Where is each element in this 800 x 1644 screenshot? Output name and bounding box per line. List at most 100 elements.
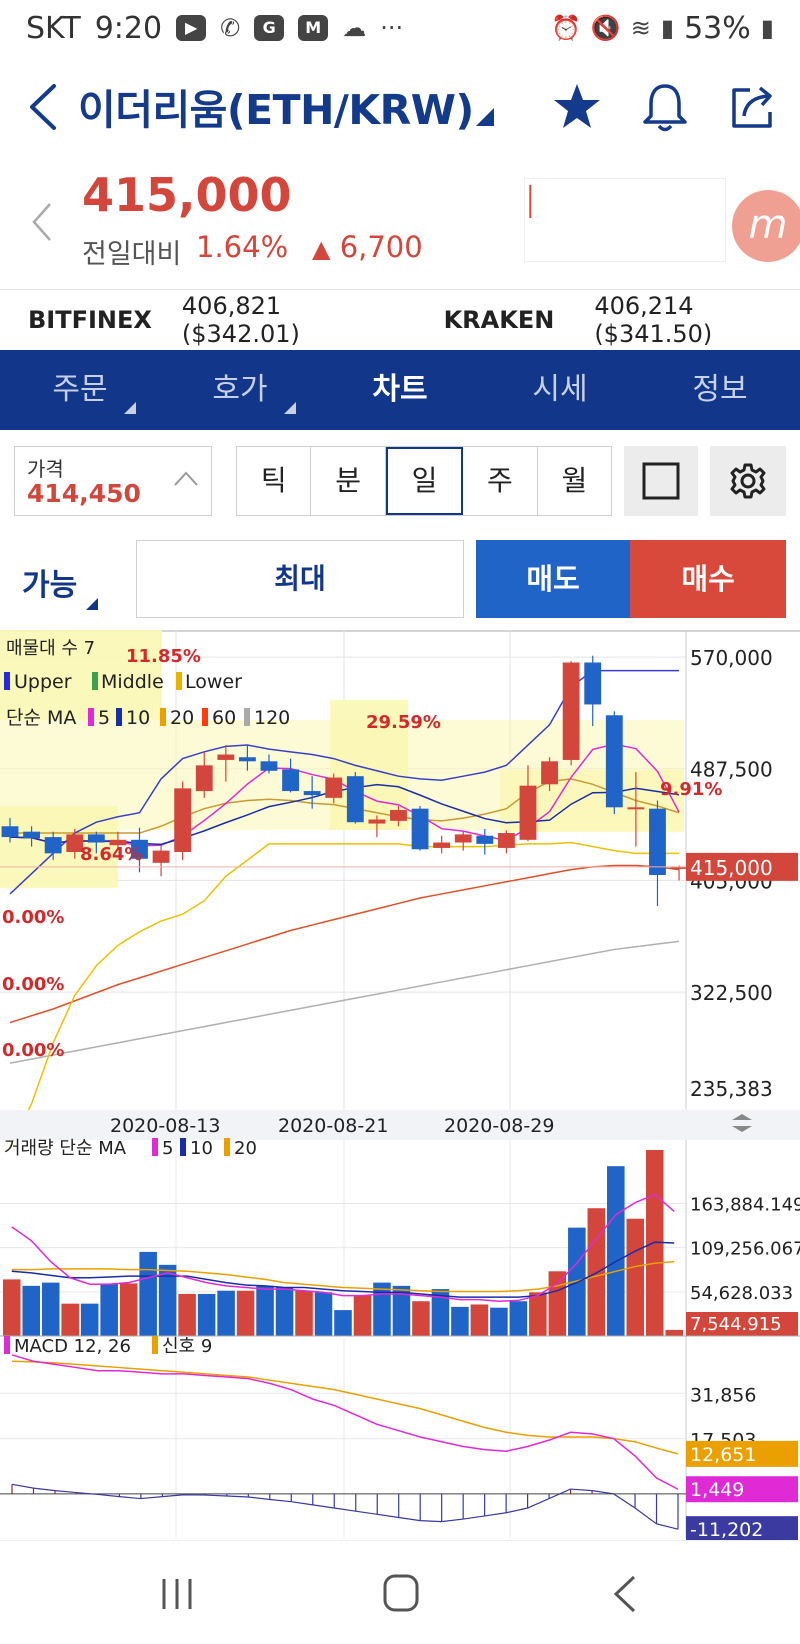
volume-bar bbox=[22, 1285, 40, 1336]
candle-body bbox=[497, 833, 515, 848]
period-day[interactable]: 일 bbox=[385, 447, 464, 515]
volume-bar bbox=[373, 1282, 391, 1336]
candle-body bbox=[390, 810, 407, 821]
volume-bar bbox=[256, 1285, 274, 1336]
volume-profile-percent: 11.85% bbox=[126, 646, 201, 667]
vol-ma10-label: 10 bbox=[190, 1138, 213, 1159]
tab-order[interactable]: 주문 bbox=[0, 350, 160, 430]
battery-percent: 53% bbox=[684, 10, 751, 46]
home-icon[interactable] bbox=[382, 1573, 420, 1613]
candle-body bbox=[476, 835, 494, 844]
candle-body bbox=[282, 769, 299, 792]
m-logo[interactable]: m bbox=[732, 190, 800, 262]
order-controls: 가능 최대 매도 매수 bbox=[0, 540, 800, 618]
change-value: ▲ 6,700 bbox=[312, 230, 423, 264]
volume-profile-label: 매물대 수 7 bbox=[6, 638, 95, 659]
candle-body bbox=[454, 834, 472, 843]
up-triangle-icon: ▲ bbox=[312, 235, 331, 263]
candle-body bbox=[562, 662, 580, 760]
candle-body bbox=[217, 754, 235, 760]
bell-icon[interactable] bbox=[640, 80, 690, 134]
volume-bar bbox=[41, 1282, 60, 1336]
volume-bar bbox=[334, 1310, 352, 1336]
dropdown-caret-icon[interactable] bbox=[476, 108, 494, 126]
chart-area[interactable]: 11.85% 29.59% 9.91% 8.64% 0.00% 0.00% 0.00% 57… bbox=[0, 630, 800, 1540]
price-selector-label: 가격 bbox=[27, 457, 64, 481]
max-button[interactable]: 최대 bbox=[136, 540, 464, 618]
recents-icon[interactable] bbox=[160, 1575, 194, 1613]
ma10-swatch bbox=[116, 708, 122, 726]
volume-bar bbox=[353, 1295, 372, 1336]
available-toggle[interactable]: 가능 bbox=[22, 560, 77, 604]
macd-value-tag-text: -11,202 bbox=[690, 1519, 763, 1540]
page-title[interactable]: 이더리움(ETH/KRW) bbox=[78, 76, 474, 136]
period-month[interactable]: 월 bbox=[538, 447, 611, 515]
change-amount: 6,700 bbox=[339, 230, 423, 264]
volume-bar bbox=[529, 1292, 547, 1336]
vol-ma20-swatch bbox=[224, 1138, 230, 1156]
dropdown-caret-icon bbox=[86, 598, 98, 610]
volume-axis-label: 54,628.033 bbox=[690, 1283, 793, 1304]
carrier: SKT bbox=[26, 10, 81, 46]
period-minute[interactable]: 분 bbox=[311, 447, 386, 515]
legend-lower: Lower bbox=[185, 671, 242, 693]
price-selector[interactable]: 가격 414,450 bbox=[14, 446, 212, 516]
tab-label: 주문 bbox=[52, 372, 108, 407]
vol-ma5-swatch bbox=[152, 1138, 158, 1156]
lower-swatch bbox=[176, 672, 182, 690]
vol-ma20-label: 20 bbox=[234, 1138, 257, 1159]
vol-ma5-label: 5 bbox=[162, 1138, 173, 1159]
exchange-name: BITFINEX bbox=[28, 306, 152, 334]
ma20-swatch bbox=[160, 708, 166, 726]
chevron-up-icon[interactable] bbox=[173, 469, 199, 487]
star-icon[interactable] bbox=[552, 82, 602, 132]
tab-label: 정보 bbox=[692, 372, 748, 407]
ma60-swatch bbox=[202, 708, 208, 726]
nav-back-icon[interactable] bbox=[612, 1573, 638, 1615]
macd-axis-label: 31,856 bbox=[690, 1384, 756, 1406]
period-week[interactable]: 주 bbox=[463, 447, 538, 515]
volume-bar bbox=[626, 1218, 645, 1336]
tab-orderbook[interactable]: 호가 bbox=[160, 350, 320, 430]
cloud-icon: ☁ bbox=[342, 14, 367, 42]
tab-label: 시세 bbox=[532, 372, 588, 407]
volume-legend-label: 거래량 단순 MA bbox=[4, 1138, 127, 1159]
chevron-left-icon[interactable] bbox=[30, 200, 54, 244]
tab-quotes[interactable]: 시세 bbox=[480, 350, 640, 430]
tab-chart[interactable]: 차트 bbox=[320, 350, 480, 430]
back-icon[interactable] bbox=[24, 80, 64, 134]
current-price: 415,000 bbox=[82, 168, 292, 222]
buy-button[interactable]: 매수 bbox=[630, 540, 786, 618]
candle-body bbox=[303, 791, 321, 796]
change-percent: 1.64% bbox=[196, 230, 289, 264]
volume-bar bbox=[217, 1290, 235, 1336]
settings-button[interactable] bbox=[710, 446, 786, 516]
macd-value-tag-text: 12,651 bbox=[690, 1444, 756, 1466]
macd-oscillator-outline bbox=[11, 1483, 679, 1530]
macd-value-tag-text: 1,449 bbox=[690, 1479, 744, 1501]
ma-legend-label: 단순 MA bbox=[6, 707, 76, 729]
volume-bar bbox=[412, 1301, 430, 1336]
volume-bar bbox=[119, 1283, 138, 1336]
volume-bar bbox=[100, 1283, 118, 1336]
chart-canvas[interactable]: 11.85%29.59%9.91%8.64%0.00%0.00%0.00% 57… bbox=[0, 630, 800, 1540]
volume-bar bbox=[314, 1292, 333, 1336]
candle-body bbox=[411, 808, 429, 850]
candle-body bbox=[260, 761, 278, 771]
candle-body bbox=[584, 662, 602, 705]
youtube-icon: ▶ bbox=[176, 15, 207, 41]
legend-upper: Upper bbox=[14, 671, 72, 693]
volume-bar bbox=[451, 1306, 469, 1336]
system-nav-bar bbox=[0, 1540, 800, 1644]
tab-info[interactable]: 정보 bbox=[640, 350, 800, 430]
fullscreen-button[interactable] bbox=[624, 446, 698, 516]
period-tick[interactable]: 틱 bbox=[237, 447, 312, 515]
app-header: 이더리움(ETH/KRW) bbox=[0, 56, 800, 160]
share-icon[interactable] bbox=[728, 82, 778, 132]
macd-swatch bbox=[4, 1336, 10, 1354]
volume-profile-percent: 0.00% bbox=[2, 1040, 64, 1061]
candle-body bbox=[174, 788, 192, 852]
sell-button[interactable]: 매도 bbox=[476, 540, 630, 618]
candle-body bbox=[433, 842, 451, 848]
gear-icon bbox=[730, 463, 766, 499]
